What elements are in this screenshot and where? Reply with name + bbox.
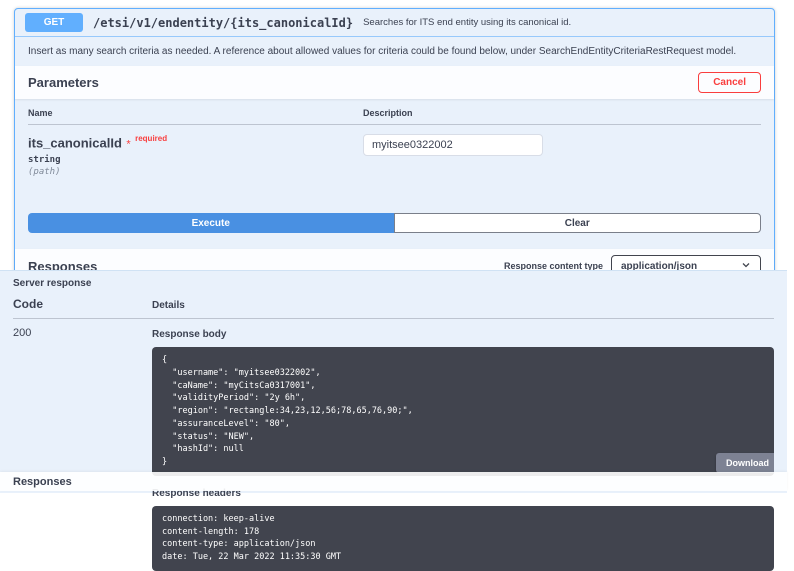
responses-footer-title: Responses: [13, 476, 72, 488]
parameter-value-cell: [363, 134, 761, 177]
parameter-location: (path): [28, 167, 363, 177]
clear-button[interactable]: Clear: [394, 213, 762, 233]
parameters-table: Name Description its_canonicalId * requi…: [15, 99, 774, 193]
required-star-icon: *: [126, 138, 130, 150]
parameter-name-cell: its_canonicalId * required string (path): [28, 134, 363, 177]
parameters-table-head: Name Description: [28, 99, 761, 125]
server-response-title: Server response: [0, 271, 787, 289]
column-header-details: Details: [152, 300, 774, 311]
parameters-header: Parameters Cancel: [15, 66, 774, 99]
response-body-label: Response body: [152, 329, 774, 340]
download-button[interactable]: Download: [716, 453, 774, 473]
get-endpoint-panel: GET /etsi/v1/endentity/{its_canonicalId}…: [14, 8, 775, 284]
server-response-row: 200 Response body { "username": "myitsee…: [13, 319, 774, 571]
endpoint-summary-text: Searches for ITS end entity using its ca…: [363, 17, 571, 28]
column-header-code: Code: [13, 297, 152, 311]
endpoint-summary[interactable]: GET /etsi/v1/endentity/{its_canonicalId}…: [15, 9, 774, 37]
server-response-table-head: Code Details: [13, 289, 774, 319]
column-header-description: Description: [363, 108, 761, 118]
response-details-cell: Response body { "username": "myitsee0322…: [152, 327, 774, 571]
column-header-name: Name: [28, 108, 363, 118]
server-response-panel: Server response Code Details 200 Respons…: [0, 270, 787, 493]
parameter-row: its_canonicalId * required string (path): [28, 125, 761, 193]
execute-button[interactable]: Execute: [28, 213, 394, 233]
response-body-code: { "username": "myitsee0322002", "caName"…: [152, 347, 774, 476]
parameters-title: Parameters: [28, 75, 99, 90]
http-method-badge: GET: [25, 13, 83, 32]
endpoint-path: /etsi/v1/endentity/{its_canonicalId}: [93, 16, 353, 30]
parameter-type: string: [28, 155, 363, 165]
response-headers-code: connection: keep-alive content-length: 1…: [152, 506, 774, 571]
endpoint-description: Insert as many search criteria as needed…: [15, 37, 774, 66]
parameter-name: its_canonicalId: [28, 135, 122, 150]
execute-wrapper: Execute Clear: [28, 213, 761, 233]
cancel-button[interactable]: Cancel: [698, 72, 761, 93]
required-label: required: [135, 134, 167, 143]
canonical-id-input[interactable]: [363, 134, 543, 156]
response-body-json: { "username": "myitsee0322002", "caName"…: [162, 355, 413, 467]
status-code: 200: [13, 327, 152, 571]
responses-footer: Responses: [0, 472, 787, 491]
